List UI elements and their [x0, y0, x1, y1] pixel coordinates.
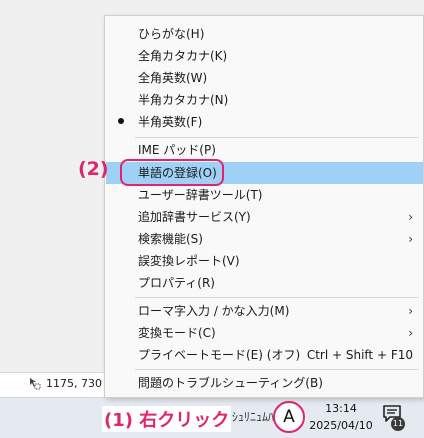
menu-item-troubleshooting[interactable]: 問題のトラブルシューティング(B) — [106, 372, 423, 394]
taskbar-clock[interactable]: 13:14 2025/04/10 — [306, 400, 376, 434]
selected-bullet-icon — [118, 118, 124, 124]
menu-item-additional-dictionary[interactable]: 追加辞書サービス(Y) › — [106, 206, 423, 228]
menu-item-label: ひらがな(H) — [138, 27, 205, 41]
menu-item-label: 半角カタカナ(N) — [138, 93, 229, 107]
menu-separator — [135, 369, 418, 370]
notification-count-badge: 11 — [391, 417, 405, 431]
submenu-arrow-icon: › — [408, 304, 413, 318]
menu-item-label: ユーザー辞書ツール(T) — [138, 188, 263, 202]
menu-item-label: 問題のトラブルシューティング(B) — [138, 376, 323, 390]
cursor-coordinates: 1175, 730 — [28, 376, 102, 390]
menu-item-label: ローマ字入力 / かな入力(M) — [138, 304, 290, 318]
annotation-step2: (2) — [78, 158, 109, 180]
clock-date: 2025/04/10 — [309, 419, 373, 432]
menu-separator — [135, 137, 418, 138]
menu-item-private-mode[interactable]: プライベートモード(E) (オフ) Ctrl + Shift + F10 — [106, 344, 423, 366]
menu-item-label: 検索機能(S) — [138, 232, 203, 246]
submenu-arrow-icon: › — [408, 326, 413, 340]
ime-mode-indicator[interactable]: A — [273, 401, 305, 433]
menu-item-conversion-mode[interactable]: 変換モード(C) › — [106, 322, 423, 344]
menu-item-input-method[interactable]: ローマ字入力 / かな入力(M) › — [106, 300, 423, 322]
clock-time: 13:14 — [325, 402, 357, 415]
menu-item-hankaku-katakana[interactable]: 半角カタカナ(N) — [106, 89, 423, 111]
menu-item-label: 全角カタカナ(K) — [138, 49, 228, 63]
menu-item-ime-pad[interactable]: IME パッド(P) — [106, 139, 423, 161]
selection-cursor-icon — [30, 378, 41, 390]
ime-context-menu: ひらがな(H) 全角カタカナ(K) 全角英数(W) 半角カタカナ(N) 半角英数… — [104, 15, 424, 398]
ime-mode-label: A — [283, 407, 295, 427]
menu-item-search[interactable]: 検索機能(S) › — [106, 228, 423, 250]
menu-item-label: 変換モード(C) — [138, 326, 216, 340]
menu-item-conversion-report[interactable]: 誤変換レポート(V) — [106, 250, 423, 272]
menu-item-label: IME パッド(P) — [138, 143, 216, 157]
menu-item-shortcut: Ctrl + Shift + F10 — [306, 348, 413, 362]
menu-item-label: プライベートモード(E) (オフ) — [138, 348, 301, 362]
coordinates-text: 1175, 730 — [46, 376, 102, 390]
menu-item-label: プロパティ(R) — [138, 276, 215, 290]
menu-separator — [135, 297, 418, 298]
submenu-arrow-icon: › — [408, 232, 413, 246]
menu-item-label: 追加辞書サービス(Y) — [138, 210, 251, 224]
menu-item-label: 半角英数(F) — [138, 115, 203, 129]
notification-center-button[interactable]: 11 — [382, 405, 406, 431]
menu-item-hiragana[interactable]: ひらがな(H) — [106, 23, 423, 45]
menu-item-zenkaku-katakana[interactable]: 全角カタカナ(K) — [106, 45, 423, 67]
menu-item-label: 全角英数(W) — [138, 71, 208, 85]
menu-item-hankaku-eisu[interactable]: 半角英数(F) — [106, 111, 423, 133]
annotation-step1: (1) 右クリック — [102, 406, 232, 432]
callout-highlight-box — [120, 159, 224, 186]
menu-item-user-dictionary-tool[interactable]: ユーザー辞書ツール(T) — [106, 184, 423, 206]
menu-item-label: 誤変換レポート(V) — [138, 254, 240, 268]
submenu-arrow-icon: › — [408, 210, 413, 224]
menu-item-zenkaku-eisu[interactable]: 全角英数(W) — [106, 67, 423, 89]
menu-item-properties[interactable]: プロパティ(R) — [106, 272, 423, 294]
